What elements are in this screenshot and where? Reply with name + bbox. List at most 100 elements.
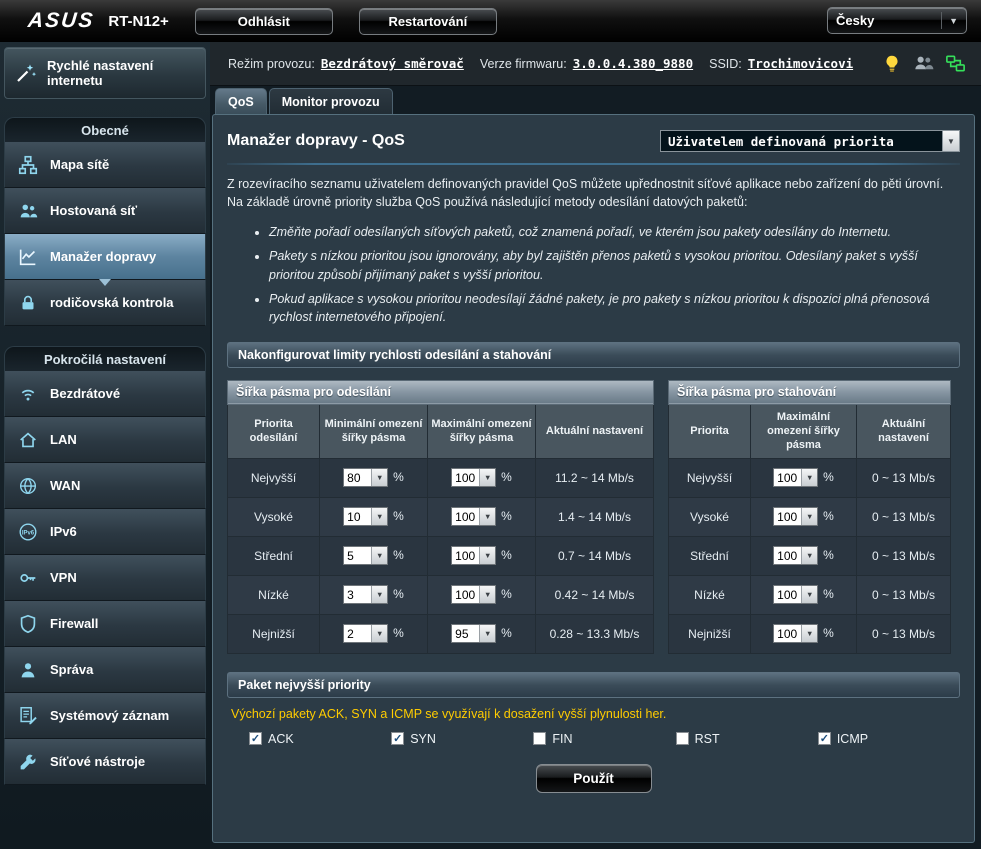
max-limit-select[interactable]: 100▼: [451, 507, 496, 526]
packet-checkbox-rst[interactable]: RST: [676, 732, 818, 746]
max-limit-select[interactable]: 100▼: [773, 585, 818, 604]
firmware-version-link[interactable]: 3.0.0.4.380_9880: [573, 56, 693, 71]
sidebar-item-traffic-manager[interactable]: Manažer dopravy: [4, 234, 206, 280]
current-setting-cell: 0.7 ~ 14 Mb/s: [536, 536, 654, 575]
chevron-down-icon: ▼: [941, 12, 958, 29]
priority-cell: Vysoké: [669, 497, 751, 536]
network-map-icon: [15, 154, 41, 176]
priority-mode-select-value: Uživatelem definovaná priorita: [661, 134, 942, 149]
download-table-title: Šířka pásma pro stahování: [669, 380, 951, 404]
apply-row: Použít: [227, 764, 960, 793]
tab-traffic-monitor[interactable]: Monitor provozu: [269, 88, 393, 114]
guest-network-icon: [15, 200, 41, 222]
packet-checkbox-icmp[interactable]: ✓ICMP: [818, 732, 960, 746]
limits-section-header: Nakonfigurovat limity rychlosti odesílán…: [227, 342, 960, 368]
sidebar-item-label: Systémový záznam: [50, 708, 182, 723]
sidebar-item-vpn[interactable]: VPN: [4, 555, 206, 601]
max-limit-select[interactable]: 100▼: [451, 585, 496, 604]
title-row: Manažer dopravy - QoS Uživatelem definov…: [227, 127, 960, 155]
min-limit-select[interactable]: 80▼: [343, 468, 388, 487]
column-header: Maximální omezení šířky pásma: [751, 404, 857, 458]
table-row: Nejnižší 2▼% 95▼% 0.28 ~ 13.3 Mb/s: [228, 614, 654, 653]
max-limit-select[interactable]: 100▼: [773, 546, 818, 565]
logout-button[interactable]: Odhlásit: [195, 8, 333, 35]
language-select[interactable]: Česky ▼: [827, 7, 967, 34]
priority-cell: Vysoké: [228, 497, 320, 536]
operation-mode-link[interactable]: Bezdrátový směrovač: [321, 56, 464, 71]
reboot-button[interactable]: Restartování: [359, 8, 497, 35]
max-limit-select[interactable]: 100▼: [773, 507, 818, 526]
top-bar: ASUS RT-N12+ Odhlásit Restartování Česky…: [0, 0, 981, 42]
clients-icon[interactable]: [912, 52, 935, 75]
chevron-down-icon: ▼: [479, 547, 495, 564]
wired-network-icon[interactable]: [944, 52, 967, 75]
sidebar-item-wireless[interactable]: Bezdrátové: [4, 371, 206, 417]
priority-cell: Nízké: [228, 575, 320, 614]
sidebar-item-label: WAN: [50, 478, 182, 493]
sidebar-item-parental-control[interactable]: rodičovská kontrola: [4, 280, 206, 326]
sidebar-item-label: Správa: [50, 662, 182, 677]
max-limit-select[interactable]: 100▼: [773, 468, 818, 487]
chevron-down-icon: ▼: [479, 469, 495, 486]
lock-icon: [15, 292, 41, 314]
tab-qos[interactable]: QoS: [215, 88, 267, 114]
sidebar-item-label: Bezdrátové: [50, 386, 182, 401]
sidebar-item-network-tools[interactable]: Síťové nástroje: [4, 739, 206, 785]
led-status-icon[interactable]: [881, 53, 903, 75]
min-limit-select[interactable]: 2▼: [343, 624, 388, 643]
table-row: Vysoké 10▼% 100▼% 1.4 ~ 14 Mb/s: [228, 497, 654, 536]
max-limit-select[interactable]: 95▼: [451, 624, 496, 643]
apply-button[interactable]: Použít: [536, 764, 652, 793]
max-limit-select[interactable]: 100▼: [451, 546, 496, 565]
ssid-label: SSID:: [709, 57, 742, 71]
router-admin-page: ASUS RT-N12+ Odhlásit Restartování Česky…: [0, 0, 981, 849]
title-divider: [227, 163, 960, 165]
log-document-icon: [15, 705, 41, 727]
chevron-down-icon: ▼: [371, 625, 387, 642]
table-row: Nízké 100▼% 0 ~ 13 Mb/s: [669, 575, 951, 614]
router-model: RT-N12+: [108, 13, 168, 30]
ssid-link[interactable]: Trochimovicovi: [748, 56, 853, 71]
traffic-manager-icon: [15, 246, 41, 268]
qos-bullet: Pakety s nízkou prioritou jsou ignorován…: [269, 247, 960, 283]
sidebar-item-quick-setup[interactable]: Rychlé nastavení internetu: [4, 47, 206, 99]
column-header: Aktuální nastavení: [536, 404, 654, 458]
max-limit-select[interactable]: 100▼: [773, 624, 818, 643]
priority-cell: Nejnižší: [228, 614, 320, 653]
packet-checkbox-fin[interactable]: FIN: [533, 732, 675, 746]
sidebar-item-label: LAN: [50, 432, 182, 447]
sidebar-item-label: IPv6: [50, 524, 182, 539]
table-row: Nízké 3▼% 100▼% 0.42 ~ 14 Mb/s: [228, 575, 654, 614]
chevron-down-icon: ▼: [371, 586, 387, 603]
current-setting-cell: 1.4 ~ 14 Mb/s: [536, 497, 654, 536]
content-panel: Manažer dopravy - QoS Uživatelem definov…: [212, 114, 975, 843]
table-row: Nejvyšší 100▼% 0 ~ 13 Mb/s: [669, 458, 951, 497]
packet-checkbox-ack[interactable]: ✓ACK: [249, 732, 391, 746]
column-header: Minimální omezení šířky pásma: [320, 404, 428, 458]
sidebar-item-label: rodičovská kontrola: [50, 295, 182, 310]
sidebar-item-guest-network[interactable]: Hostovaná síť: [4, 188, 206, 234]
selected-indicator-icon: [99, 279, 111, 286]
sidebar-item-wan[interactable]: WAN: [4, 463, 206, 509]
priority-mode-select[interactable]: Uživatelem definovaná priorita ▼: [660, 130, 960, 152]
sidebar-item-ipv6[interactable]: IPv6 IPv6: [4, 509, 206, 555]
asus-logo: ASUS: [27, 9, 96, 33]
packet-checkbox-syn[interactable]: ✓SYN: [391, 732, 533, 746]
max-limit-select[interactable]: 100▼: [451, 468, 496, 487]
min-limit-select[interactable]: 3▼: [343, 585, 388, 604]
sidebar-item-network-map[interactable]: Mapa sítě: [4, 142, 206, 188]
ipv6-icon: IPv6: [15, 521, 41, 543]
sidebar-item-system-log[interactable]: Systémový záznam: [4, 693, 206, 739]
sidebar-item-label: Mapa sítě: [50, 157, 182, 172]
min-limit-select[interactable]: 5▼: [343, 546, 388, 565]
sidebar-item-lan[interactable]: LAN: [4, 417, 206, 463]
sidebar-item-administration[interactable]: Správa: [4, 647, 206, 693]
sidebar-item-firewall[interactable]: Firewall: [4, 601, 206, 647]
svg-text:IPv6: IPv6: [22, 530, 35, 536]
min-limit-select[interactable]: 10▼: [343, 507, 388, 526]
current-setting-cell: 11.2 ~ 14 Mb/s: [536, 458, 654, 497]
current-setting-cell: 0 ~ 13 Mb/s: [857, 614, 951, 653]
wifi-icon: [15, 383, 41, 405]
priority-cell: Střední: [669, 536, 751, 575]
sidebar-item-label: Rychlé nastavení internetu: [47, 58, 177, 88]
